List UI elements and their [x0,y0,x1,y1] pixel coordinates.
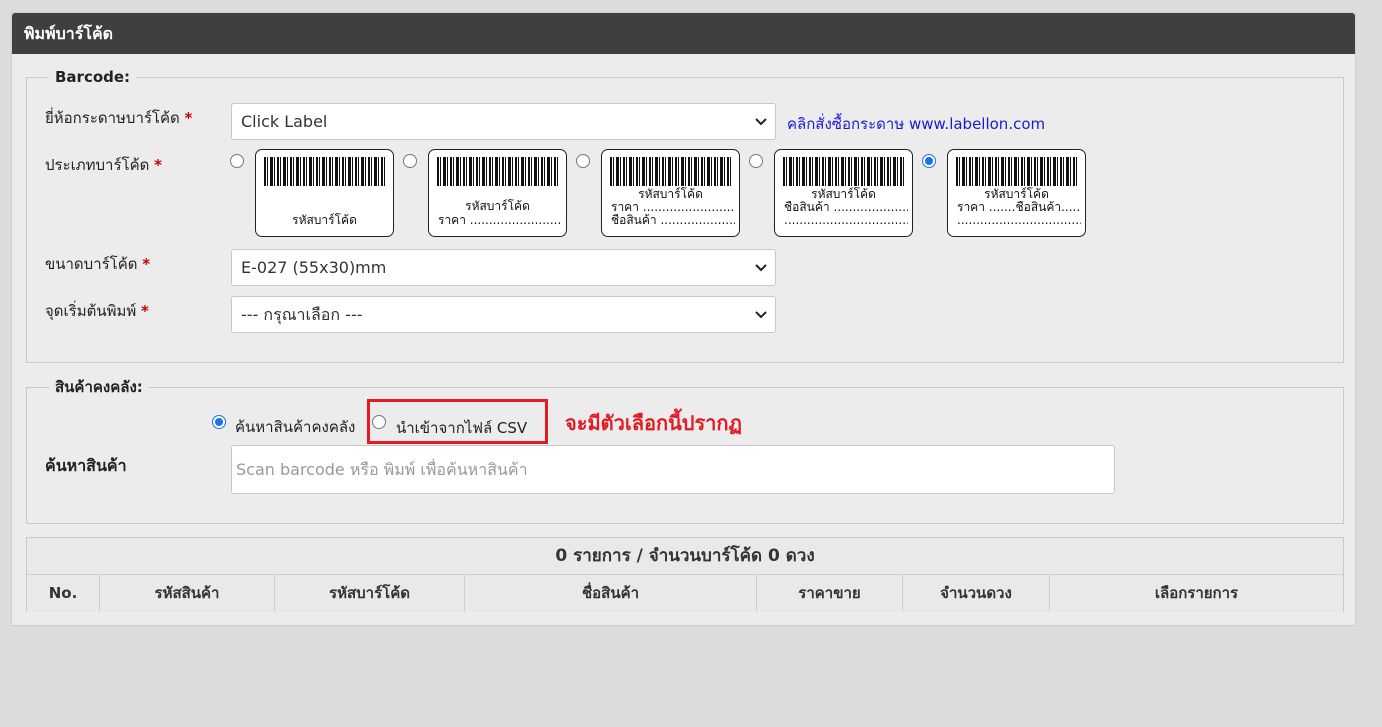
start-position-label-text: จุดเริ่มต้นพิมพ์ [45,302,137,320]
table-header-row: No. รหัสสินค้า รหัสบาร์โค้ด ชื่อสินค้า ร… [27,575,1343,612]
barcode-type-card-1[interactable]: รหัสบาร์โค้ด [255,149,394,237]
barcode-type-radio-5[interactable] [922,154,936,168]
col-barcode[interactable]: รหัสบาร์โค้ด [275,575,465,612]
barcode-legend: Barcode: [55,68,131,86]
barcode-bars-icon [783,157,904,186]
barcode-card-line: รหัสบาร์โค้ด [811,187,876,201]
required-mark: * [154,156,163,174]
barcode-bars-icon [610,157,731,186]
barcode-items-table: 0 รายการ / จำนวนบาร์โค้ด 0 ดวง No. รหัสส… [26,537,1344,612]
chevron-down-icon [755,311,767,319]
barcode-bars-icon [956,157,1077,186]
barcode-card-line: ราคา ............................... [438,214,562,227]
product-search-input[interactable]: Scan barcode หรือ พิมพ์ เพื่อค้นหาสินค้า [231,445,1115,494]
search-placeholder: Scan barcode หรือ พิมพ์ เพื่อค้นหาสินค้า [236,460,528,479]
barcode-type-card-4[interactable]: รหัสบาร์โค้ด ชื่อสินค้า .................… [774,149,913,237]
chevron-down-icon [755,118,767,126]
order-paper-link[interactable]: คลิกสั่งซื้อกระดาษ www.labellon.com [787,112,1045,136]
col-quantity[interactable]: จำนวนดวง [903,575,1050,612]
barcode-bars-icon [264,157,385,186]
barcode-type-card-2[interactable]: รหัสบาร์โค้ด ราคา .......................… [428,149,567,237]
paper-brand-value: Click Label [241,112,328,131]
search-stock-option-label[interactable]: ค้นหาสินค้าคงคลัง [235,415,355,439]
barcode-card-line: รหัสบาร์โค้ด [984,187,1049,201]
barcode-type-radio-1[interactable] [230,154,244,168]
barcode-card-line: รหัสบาร์โค้ด [638,187,703,201]
col-select[interactable]: เลือกรายการ [1050,575,1343,612]
barcode-type-card-5[interactable]: รหัสบาร์โค้ด ราคา .......ชื่อสินค้า......… [947,149,1086,237]
col-no[interactable]: No. [27,575,100,612]
barcode-type-radio-2[interactable] [403,154,417,168]
barcode-type-label: ประเภทบาร์โค้ด * [45,153,162,177]
barcode-bars-icon [437,157,558,186]
search-product-label: ค้นหาสินค้า [45,456,127,475]
barcode-type-label-text: ประเภทบาร์โค้ด [45,156,150,174]
barcode-card-line: ชื่อสินค้า ....................... [611,214,735,227]
start-position-value: --- กรุณาเลือก --- [241,305,363,324]
required-mark: * [141,302,149,320]
paper-brand-select[interactable]: Click Label [231,103,776,140]
barcode-card-line: ....................................... [784,214,908,227]
import-csv-option-label[interactable]: นำเข้าจากไฟล์ CSV [396,416,527,440]
barcode-size-value: E-027 (55x30)mm [241,258,387,277]
paper-brand-label-text: ยี่ห้อกระดาษบาร์โค้ด [45,109,180,127]
stock-legend: สินค้าคงคลัง: [55,378,143,396]
barcode-type-radio-3[interactable] [576,154,590,168]
paper-brand-label: ยี่ห้อกระดาษบาร์โค้ด * [45,106,192,130]
annotation-note: จะมีตัวเลือกนี้ปรากฏ [565,411,742,435]
radio-import-csv[interactable] [372,415,386,429]
panel-title: พิมพ์บาร์โค้ด [12,13,1355,54]
radio-search-stock[interactable] [212,415,226,429]
chevron-down-icon [755,264,767,272]
barcode-card-line: ชื่อสินค้า ......................... [784,201,908,214]
barcode-card-line: ราคา .............................. [611,201,735,214]
col-price[interactable]: ราคาขาย [757,575,903,612]
start-position-select[interactable]: --- กรุณาเลือก --- [231,296,776,333]
barcode-type-radio-4[interactable] [749,154,763,168]
barcode-card-line: ....................................... [957,214,1081,227]
table-summary: 0 รายการ / จำนวนบาร์โค้ด 0 ดวง [27,538,1343,575]
start-position-label: จุดเริ่มต้นพิมพ์ * [45,299,149,323]
barcode-size-select[interactable]: E-027 (55x30)mm [231,249,776,286]
col-product-code[interactable]: รหัสสินค้า [100,575,275,612]
barcode-size-label: ขนาดบาร์โค้ด * [45,252,150,276]
col-product-name[interactable]: ชื่อสินค้า [465,575,757,612]
barcode-card-line: รหัสบาร์โค้ด [292,213,357,227]
barcode-size-label-text: ขนาดบาร์โค้ด [45,255,138,273]
required-mark: * [142,255,151,273]
print-barcode-panel: พิมพ์บาร์โค้ด Barcode: ยี่ห้อกระดาษบาร์โ… [11,12,1356,626]
barcode-card-line: ราคา .......ชื่อสินค้า....... [957,201,1081,214]
required-mark: * [184,109,193,127]
barcode-type-card-3[interactable]: รหัสบาร์โค้ด ราคา .......................… [601,149,740,237]
barcode-card-line: รหัสบาร์โค้ด [465,199,530,213]
